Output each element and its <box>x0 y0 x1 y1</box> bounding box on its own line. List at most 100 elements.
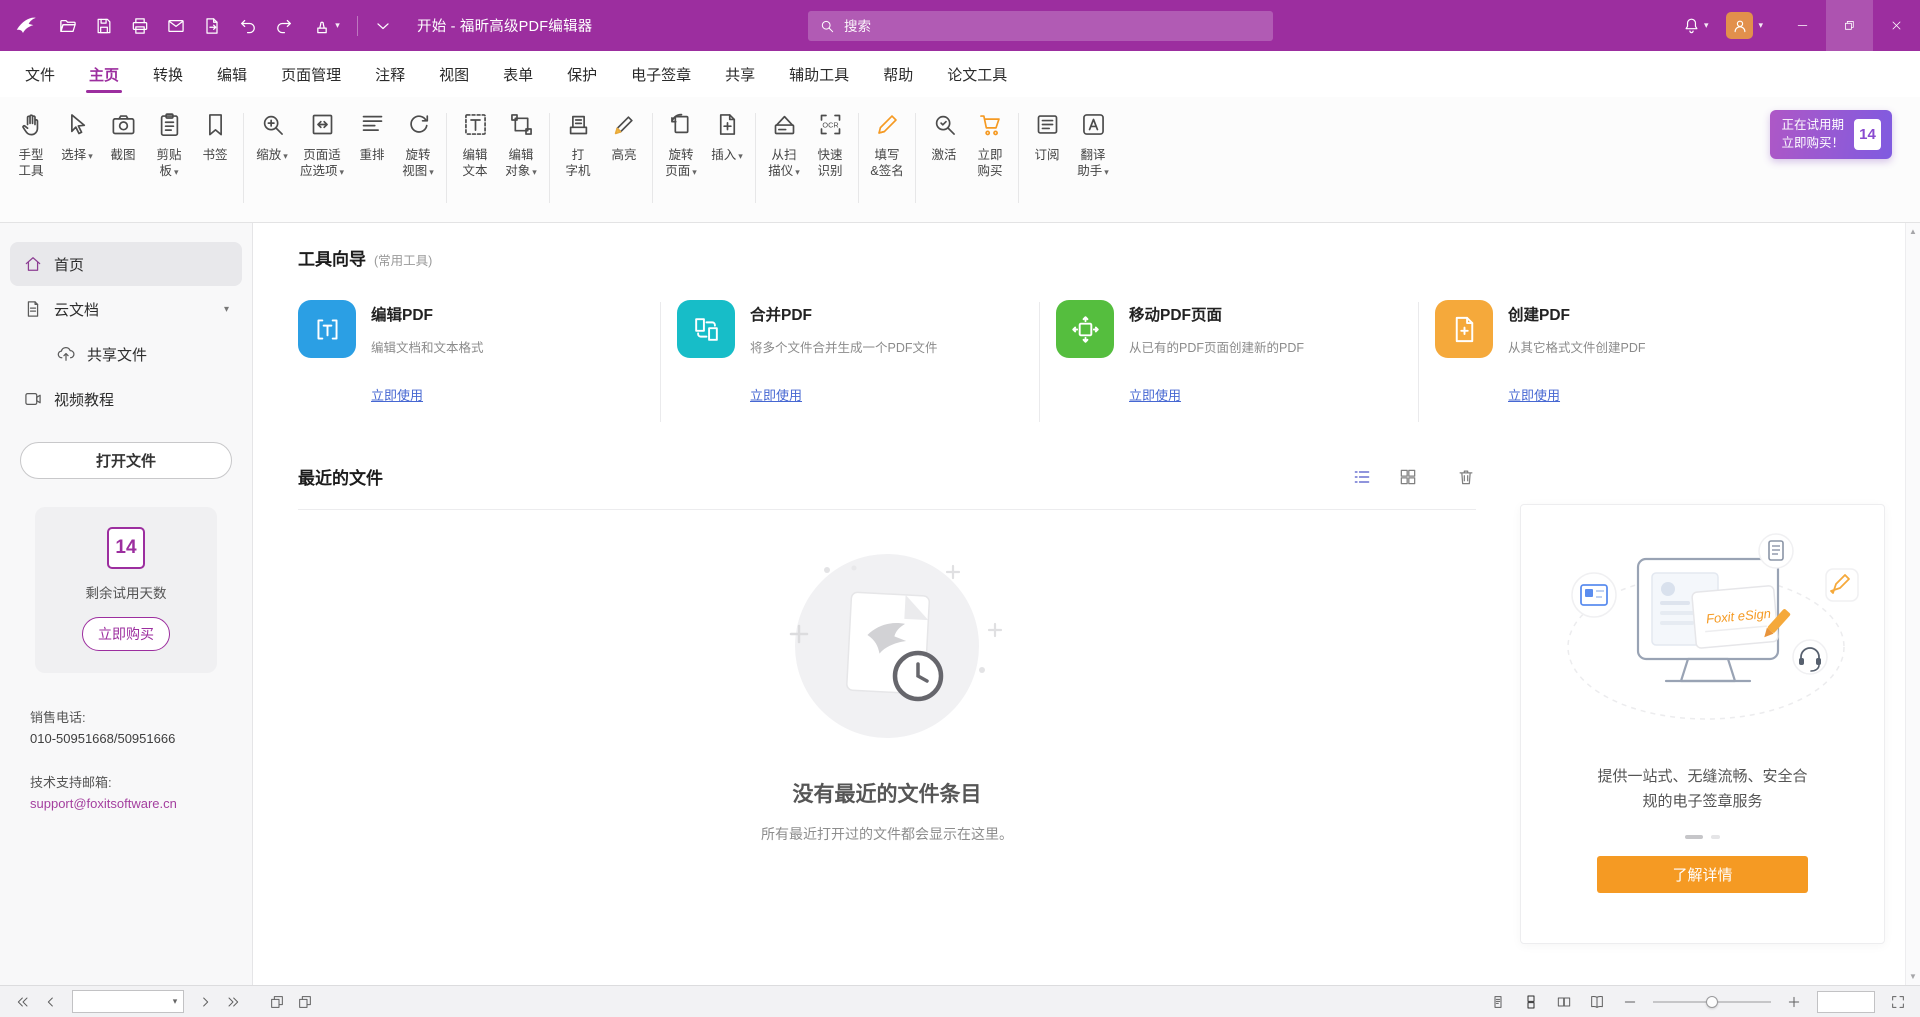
menu-item-13[interactable]: 论文工具 <box>930 51 1024 97</box>
tool-camera[interactable]: 截图 <box>100 111 146 163</box>
tool-card-3[interactable]: 创建PDF从其它格式文件创建PDF立即使用 <box>1435 300 1785 405</box>
book-view-button[interactable] <box>1587 992 1607 1012</box>
close-button[interactable] <box>1873 0 1920 51</box>
tool-reflow[interactable]: 重排 <box>349 111 395 163</box>
grid-view-button[interactable] <box>1398 467 1418 487</box>
tool-highlight[interactable]: 高亮 <box>601 111 647 163</box>
menu-item-4[interactable]: 页面管理 <box>264 51 358 97</box>
tool-translate[interactable]: 翻译助手▾ <box>1070 111 1116 180</box>
tool-cursor[interactable]: 选择▾ <box>54 111 100 164</box>
save-button[interactable] <box>87 9 121 43</box>
single-page-view-button[interactable] <box>1488 992 1508 1012</box>
undo-button[interactable] <box>231 9 265 43</box>
vertical-scrollbar[interactable]: ▲ ▼ <box>1905 223 1920 985</box>
restore-button[interactable] <box>1826 0 1873 51</box>
recent-files-header: 最近的文件 <box>298 464 1476 510</box>
first-page-button[interactable] <box>12 991 34 1013</box>
zoom-slider[interactable] <box>1653 992 1771 1012</box>
menu-item-10[interactable]: 共享 <box>708 51 772 97</box>
search-input[interactable] <box>844 19 1262 34</box>
avatar[interactable] <box>1726 12 1753 39</box>
zoom-out-button[interactable] <box>1620 992 1640 1012</box>
last-page-button[interactable] <box>222 991 244 1013</box>
buy-now-button[interactable]: 立即购买 <box>82 617 170 651</box>
sidebar-item-home[interactable]: 首页 <box>10 242 242 286</box>
tool-edit-text[interactable]: 编辑文本 <box>452 111 498 179</box>
use-now-link[interactable]: 立即使用 <box>1129 385 1181 404</box>
continuous-view-button[interactable] <box>1521 992 1541 1012</box>
menu-item-1[interactable]: 主页 <box>72 51 136 97</box>
tool-subscribe[interactable]: 订阅 <box>1024 111 1070 163</box>
zoom-level-input[interactable] <box>1818 992 1874 1012</box>
mail-button[interactable] <box>159 9 193 43</box>
carousel-dot-active[interactable] <box>1685 835 1703 839</box>
trial-badge[interactable]: 正在试用期 立即购买！ 14 <box>1770 110 1892 159</box>
tool-scanner[interactable]: 从扫描仪▾ <box>761 111 807 180</box>
menu-item-8[interactable]: 保护 <box>550 51 614 97</box>
menu-item-0[interactable]: 文件 <box>8 51 72 97</box>
page-number-input[interactable] <box>73 995 167 1009</box>
next-page-button[interactable] <box>194 991 216 1013</box>
tool-ocr[interactable]: OCR快速识别 <box>807 111 853 179</box>
fullscreen-button[interactable] <box>1888 992 1908 1012</box>
tool-card-0[interactable]: 编辑PDF编辑文档和文本格式立即使用 <box>298 300 648 405</box>
export-button[interactable] <box>195 9 229 43</box>
tool-fill-sign[interactable]: 填写&签名 <box>864 111 910 179</box>
tool-zoom[interactable]: 缩放▾ <box>249 111 295 164</box>
tool-bookmark[interactable]: 书签 <box>192 111 238 163</box>
print-button[interactable] <box>123 9 157 43</box>
list-view-button[interactable] <box>1352 467 1372 487</box>
zoom-level-box[interactable] <box>1817 991 1875 1013</box>
scroll-up-icon[interactable]: ▲ <box>1909 227 1917 236</box>
tool-fit-page[interactable]: 页面适应选项▾ <box>295 111 349 180</box>
tool-insert-page[interactable]: 插入▾ <box>704 111 750 164</box>
edit-text-icon <box>462 111 489 138</box>
zoom-slider-knob[interactable] <box>1706 996 1718 1008</box>
menu-item-7[interactable]: 表单 <box>486 51 550 97</box>
carousel-dot[interactable] <box>1711 835 1720 839</box>
menu-item-3[interactable]: 编辑 <box>200 51 264 97</box>
tool-rotate-page[interactable]: 旋转页面▾ <box>658 111 704 180</box>
tool-clipboard[interactable]: 剪贴板▾ <box>146 111 192 180</box>
use-now-link[interactable]: 立即使用 <box>371 385 423 404</box>
menu-item-11[interactable]: 辅助工具 <box>772 51 866 97</box>
menu-item-6[interactable]: 视图 <box>422 51 486 97</box>
redo-button[interactable] <box>267 9 301 43</box>
tool-rotate-view[interactable]: 旋转视图▾ <box>395 111 441 180</box>
use-now-link[interactable]: 立即使用 <box>1508 385 1560 404</box>
learn-more-button[interactable]: 了解详情 <box>1597 856 1808 893</box>
sidebar-item-cloud-docs[interactable]: 云文档▾ <box>10 287 242 331</box>
menu-item-12[interactable]: 帮助 <box>866 51 930 97</box>
use-now-link[interactable]: 立即使用 <box>750 385 802 404</box>
next-view-button[interactable] <box>294 991 316 1013</box>
sidebar-item-shared-files[interactable]: 共享文件 <box>10 332 242 376</box>
previous-page-button[interactable] <box>40 991 62 1013</box>
tool-cart[interactable]: 立即购买 <box>967 111 1013 179</box>
tool-typewriter[interactable]: 打字机 <box>555 111 601 179</box>
tool-activate[interactable]: 激活 <box>921 111 967 163</box>
tool-hand[interactable]: 手型工具 <box>8 111 54 179</box>
scroll-down-icon[interactable]: ▼ <box>1909 972 1917 981</box>
menu-item-5[interactable]: 注释 <box>358 51 422 97</box>
sidebar-item-video-tutorials[interactable]: 视频教程 <box>10 377 242 421</box>
tool-card-2[interactable]: 移动PDF页面从已有的PDF页面创建新的PDF立即使用 <box>1056 300 1406 405</box>
tool-card-1[interactable]: 合并PDF将多个文件合并生成一个PDF文件立即使用 <box>677 300 1027 405</box>
account-menu-chevron-icon[interactable]: ▾ <box>1758 20 1763 31</box>
open-file-button[interactable]: 打开文件 <box>20 442 232 479</box>
menu-item-9[interactable]: 电子签章 <box>614 51 708 97</box>
previous-view-button[interactable] <box>266 991 288 1013</box>
open-folder-button[interactable] <box>51 9 85 43</box>
menu-item-2[interactable]: 转换 <box>136 51 200 97</box>
sign-tool-button[interactable]: ▾ <box>303 9 349 43</box>
support-email-link[interactable]: support@foxitsoftware.cn <box>30 796 252 811</box>
page-number-box[interactable]: ▾ <box>72 990 184 1013</box>
zoom-in-button[interactable] <box>1784 992 1804 1012</box>
clear-recent-button[interactable] <box>1456 467 1476 487</box>
foxit-logo-icon[interactable] <box>10 10 42 42</box>
search-box[interactable] <box>808 11 1273 41</box>
notifications-button[interactable]: ▾ <box>1682 16 1709 35</box>
facing-view-button[interactable] <box>1554 992 1574 1012</box>
minimize-button[interactable] <box>1779 0 1826 51</box>
tool-edit-object[interactable]: 编辑对象▾ <box>498 111 544 180</box>
customize-toolbar-button[interactable] <box>366 9 400 43</box>
